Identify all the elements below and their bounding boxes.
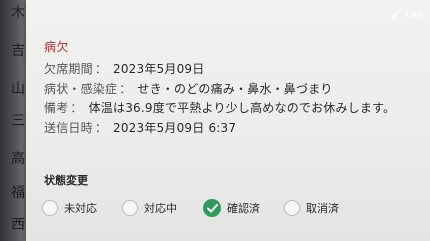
remarks-row: 備考： 体温は36.9度で平熱より少し高めなのでお休みします。 bbox=[44, 99, 395, 116]
symptoms-value: せき・のどの痛み・鼻水・鼻づまり bbox=[137, 82, 333, 96]
status-option-in-progress[interactable]: 対応中 bbox=[122, 197, 177, 219]
status-option-pending[interactable]: 未対応 bbox=[42, 197, 97, 219]
colon: ： bbox=[70, 101, 83, 115]
absence-period-row: 欠席期間： 2023年5月09日 bbox=[44, 60, 204, 77]
symptoms-label: 病状・感染症 bbox=[44, 82, 118, 96]
broadcaster-logo-icon bbox=[390, 10, 401, 20]
sent-datetime-value: 2023年5月09日 6:37 bbox=[113, 121, 237, 135]
status-option-cancelled[interactable]: 取消済 bbox=[284, 197, 339, 219]
colon: ： bbox=[94, 121, 108, 135]
status-option-label: 対応中 bbox=[144, 202, 177, 215]
absence-period-label: 欠席期間 bbox=[44, 62, 93, 76]
sent-datetime-label: 送信日時 bbox=[44, 121, 93, 135]
checkmark-icon bbox=[206, 203, 218, 212]
sent-datetime-row: 送信日時： 2023年5月09日 6:37 bbox=[44, 119, 236, 136]
broadcaster-watermark: SBS bbox=[389, 8, 424, 22]
section-title: 病欠 bbox=[44, 40, 70, 54]
symptoms-row: 病状・感染症： せき・のどの痛み・鼻水・鼻づまり bbox=[44, 80, 333, 97]
radio-checked-icon[interactable] bbox=[203, 199, 221, 217]
radio-unchecked-icon[interactable] bbox=[284, 200, 300, 216]
radio-unchecked-icon[interactable] bbox=[42, 200, 58, 216]
status-option-confirmed[interactable]: 確認済 bbox=[203, 197, 260, 219]
status-option-label: 確認済 bbox=[227, 202, 260, 215]
absence-period-value: 2023年5月09日 bbox=[113, 62, 205, 76]
watermark-text: SBS bbox=[404, 10, 424, 20]
radio-unchecked-icon[interactable] bbox=[122, 200, 138, 216]
status-option-label: 未対応 bbox=[64, 202, 97, 215]
remarks-label: 備考 bbox=[44, 101, 69, 115]
status-radio-group: 未対応 対応中 確認済 取消済 bbox=[42, 197, 422, 219]
remarks-value: 体温は36.9度で平熱より少し高めなのでお休みします。 bbox=[88, 101, 396, 115]
status-change-title: 状態変更 bbox=[44, 174, 88, 187]
status-option-label: 取消済 bbox=[306, 202, 339, 215]
colon: ： bbox=[119, 82, 132, 96]
detail-panel: 病欠 欠席期間： 2023年5月09日 病状・感染症：せき・のどの痛み・鼻水・鼻づ… bbox=[26, 0, 430, 241]
colon: ： bbox=[94, 62, 108, 76]
